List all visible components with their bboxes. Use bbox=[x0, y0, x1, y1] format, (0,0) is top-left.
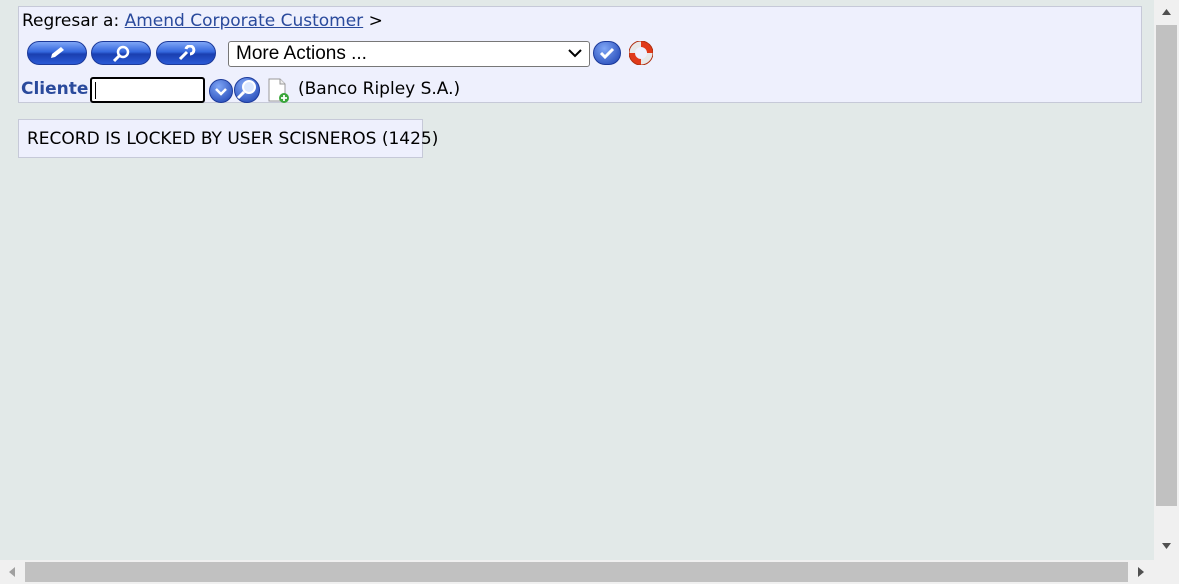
breadcrumb-separator: > bbox=[368, 11, 383, 31]
lifebuoy-icon bbox=[628, 40, 654, 66]
magnifier-icon bbox=[112, 45, 130, 63]
lock-message: RECORD IS LOCKED BY USER SCISNEROS (1425… bbox=[18, 119, 438, 158]
new-record-button[interactable] bbox=[267, 77, 291, 105]
help-button[interactable] bbox=[628, 40, 654, 66]
scroll-left-arrow-icon[interactable] bbox=[8, 566, 16, 578]
chevron-down-icon bbox=[215, 88, 227, 96]
dropdown-button[interactable] bbox=[209, 79, 233, 103]
cliente-label: Cliente bbox=[21, 79, 89, 99]
check-icon bbox=[599, 47, 615, 60]
text-caret bbox=[95, 82, 96, 99]
horizontal-scroll-thumb[interactable] bbox=[25, 562, 1128, 582]
more-actions-select[interactable]: More Actions ... bbox=[228, 41, 590, 67]
new-document-icon bbox=[268, 78, 289, 103]
magnifier-icon bbox=[236, 80, 256, 100]
breadcrumb-prefix: Regresar a: bbox=[22, 11, 120, 31]
more-actions-value: More Actions ... bbox=[236, 43, 367, 64]
lock-message-text: RECORD IS LOCKED BY USER SCISNEROS (1425… bbox=[27, 129, 439, 149]
tools-button[interactable] bbox=[156, 41, 216, 65]
scroll-right-arrow-icon[interactable] bbox=[1137, 566, 1145, 578]
scrollbar-corner bbox=[1154, 560, 1179, 584]
breadcrumb-link-amend-corporate-customer[interactable]: Amend Corporate Customer bbox=[125, 11, 364, 31]
pencil-icon bbox=[51, 47, 64, 58]
breadcrumb: Regresar a: Amend Corporate Customer > bbox=[22, 10, 383, 32]
wrench-icon bbox=[178, 45, 196, 61]
vertical-scrollbar[interactable] bbox=[1154, 0, 1179, 560]
scroll-down-arrow-icon[interactable] bbox=[1161, 542, 1172, 550]
cliente-input[interactable] bbox=[90, 77, 205, 103]
scroll-up-arrow-icon[interactable] bbox=[1161, 8, 1172, 16]
edit-button[interactable] bbox=[27, 41, 87, 65]
view-button[interactable] bbox=[91, 41, 151, 65]
vertical-scroll-thumb[interactable] bbox=[1156, 25, 1177, 506]
horizontal-scrollbar[interactable] bbox=[0, 560, 1154, 584]
cliente-description: (Banco Ripley S.A.) bbox=[298, 79, 461, 99]
header-panel: Regresar a: Amend Corporate Customer > M… bbox=[18, 6, 1142, 103]
search-button[interactable] bbox=[234, 77, 260, 103]
chevron-down-icon bbox=[568, 49, 582, 58]
go-button[interactable] bbox=[593, 41, 621, 65]
